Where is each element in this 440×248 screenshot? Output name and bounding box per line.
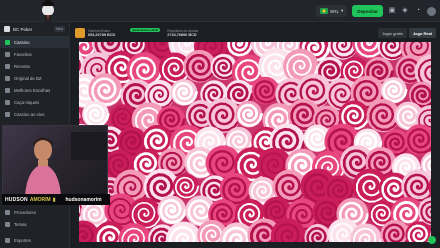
- star-icon: [5, 51, 10, 57]
- top-right-controls: BRL ▾ Depositar ▣ ◈ ◔: [316, 4, 436, 18]
- webcam-overlay: [2, 125, 108, 195]
- provider-icon: [5, 209, 10, 215]
- swirl-candy: [172, 173, 200, 200]
- balance-value: 653,20789 BCD: [88, 33, 116, 37]
- sidebar-item-label: Caça-níqueis: [14, 99, 40, 105]
- streamer-name: HUDSON: [5, 196, 28, 203]
- microphone-icon: [71, 132, 107, 160]
- sidebar-item-label: Original de BZ: [14, 75, 42, 81]
- currency-selector[interactable]: BRL ▾: [316, 5, 348, 17]
- swirl-candy: [251, 76, 280, 105]
- sidebar-item-original[interactable]: Original de BZ: [0, 72, 69, 84]
- swirl-candy: [235, 100, 263, 128]
- bell-icon[interactable]: ◔: [414, 7, 422, 15]
- sidebar-item-label: Esportes: [14, 237, 31, 243]
- help-chat-icon[interactable]: [428, 236, 436, 244]
- sidebar-item-live[interactable]: Cassino ao vivo: [0, 108, 69, 120]
- sports-icon: [5, 237, 10, 243]
- sidebar-item-label: Cassino: [14, 39, 30, 45]
- game-canvas[interactable]: [79, 42, 431, 242]
- sidebar-item-melhores[interactable]: Melhores Escolhas: [0, 84, 69, 96]
- sidebar-item-slots[interactable]: Caça-níqueis: [0, 96, 69, 108]
- streamer-name-suffix: AMORIM: [29, 196, 51, 203]
- kick-icon: ▮: [52, 196, 56, 203]
- fire-icon: [5, 87, 10, 93]
- play-mode-switch: Jogar grátis Jogo Real: [377, 28, 436, 38]
- sidebar-item-cassino[interactable]: Cassino: [0, 36, 69, 48]
- sidebar-item-recente[interactable]: Recente: [0, 60, 69, 72]
- swirl-candy: [157, 195, 187, 225]
- chevron-down-icon: ▾: [340, 8, 344, 13]
- brazil-flag-icon: [320, 8, 329, 14]
- new-badge: New: [53, 26, 65, 32]
- sidebar-item-favoritos[interactable]: Favoritos: [0, 48, 69, 60]
- main-content: Ganhos Brutos 653,20789 BCD ganhe/bônus …: [71, 22, 440, 248]
- sidebar-header[interactable]: BC Poker New: [0, 22, 69, 36]
- poker-icon: [4, 26, 10, 32]
- sidebar-item-label: Temas: [14, 221, 27, 227]
- swirl-candy: [82, 100, 110, 128]
- real-play-button[interactable]: Jogo Real: [408, 28, 436, 38]
- streamer-image: [25, 137, 61, 194]
- mascot-logo-icon: [42, 0, 54, 22]
- live-icon: [5, 111, 10, 117]
- sidebar-item-label: Cassino ao vivo: [14, 111, 45, 117]
- game-info-bar: Ganhos Brutos 653,20789 BCD ganhe/bônus …: [75, 26, 436, 40]
- streamer-handle: hudsonamorim: [65, 196, 102, 203]
- wallet-icon[interactable]: ▣: [388, 7, 396, 15]
- streamer-name-bar: HUDSON AMORIM ▮ hudsonamorim: [2, 194, 110, 205]
- candy-swirl-pattern: [79, 42, 431, 242]
- sidebar-item-esportes[interactable]: Esportes: [0, 234, 70, 246]
- crown-icon: [5, 75, 10, 81]
- avatar[interactable]: [427, 6, 436, 16]
- sidebar-item-label: Favoritos: [14, 51, 32, 57]
- sidebar-brand: BC Poker: [13, 26, 33, 32]
- gift-icon[interactable]: ◈: [401, 7, 409, 15]
- swirl-candy: [170, 78, 198, 106]
- sidebar-bottom: Provedores Temas Esportes: [0, 206, 70, 246]
- theme-icon: [5, 221, 10, 227]
- slot-icon: [5, 99, 10, 105]
- sidebar-item-label: Melhores Escolhas: [14, 87, 51, 93]
- dice-icon: [5, 39, 10, 45]
- sidebar-item-provedores[interactable]: Provedores: [0, 206, 70, 218]
- bonus-badge: ganhe/bônus BCD: [130, 28, 160, 32]
- sidebar-item-temas[interactable]: Temas: [0, 218, 70, 230]
- top-bar: BRL ▾ Depositar ▣ ◈ ◔: [0, 0, 440, 22]
- bet-value: 2743,76806 BCD: [167, 33, 197, 37]
- free-play-button[interactable]: Jogar grátis: [377, 28, 407, 38]
- balance-block: Ganhos Brutos 653,20789 BCD: [88, 29, 115, 38]
- gift-box-icon: [75, 28, 85, 38]
- clock-icon: [5, 63, 10, 69]
- bet-requirement-block: Requisitos de Aposta 2743,76806 BCD: [167, 29, 198, 38]
- sidebar-item-label: Recente: [14, 63, 31, 69]
- currency-label: BRL: [330, 8, 339, 14]
- deposit-button[interactable]: Depositar: [352, 5, 383, 17]
- sidebar-item-label: Provedores: [14, 209, 36, 215]
